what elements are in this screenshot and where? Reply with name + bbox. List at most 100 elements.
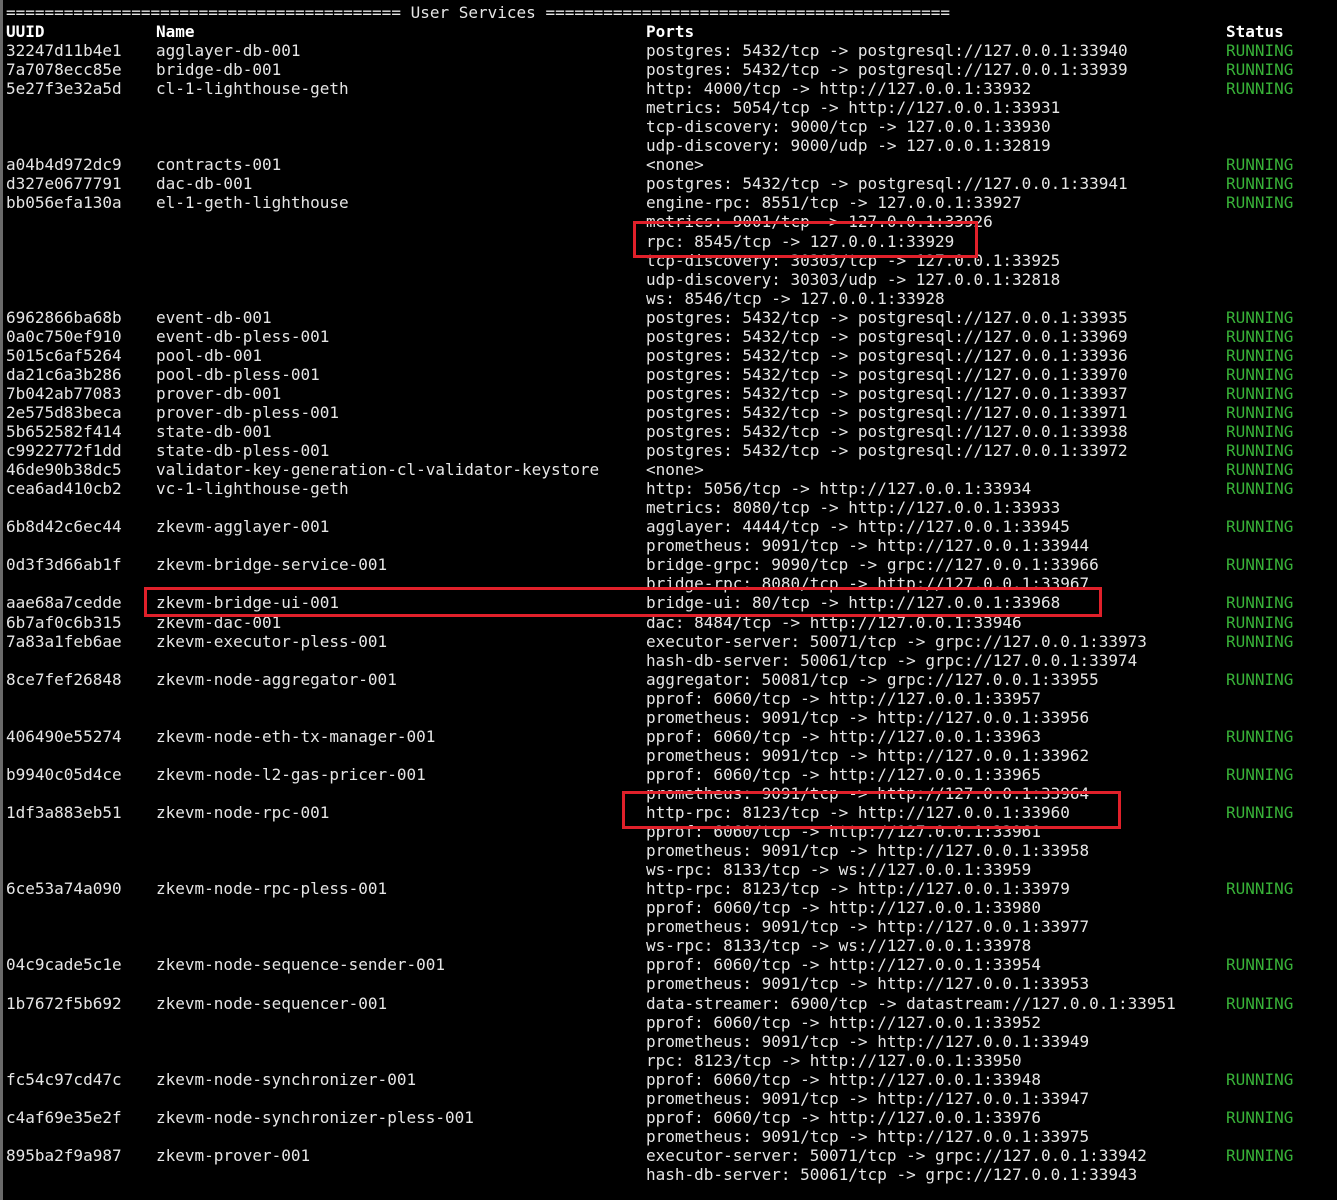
status-badge: RUNNING [1226, 155, 1294, 175]
service-port: http: 5056/tcp -> http://127.0.0.1:33934 [646, 479, 1032, 499]
service-port: prometheus: 9091/tcp -> http://127.0.0.1… [646, 974, 1090, 994]
service-port: prometheus: 9091/tcp -> http://127.0.0.1… [646, 1088, 1090, 1108]
service-name: zkevm-node-synchronizer-001 [156, 1069, 417, 1089]
service-port: engine-rpc: 8551/tcp -> 127.0.0.1:33927 [646, 193, 1022, 213]
service-port: udp-discovery: 9000/udp -> 127.0.0.1:328… [646, 136, 1051, 156]
status-badge: RUNNING [1226, 669, 1294, 689]
status-badge: RUNNING [1226, 174, 1294, 194]
service-uuid: da21c6a3b286 [6, 364, 122, 384]
service-uuid: c4af69e35e2f [6, 1107, 122, 1127]
service-name: pool-db-001 [156, 345, 262, 365]
status-badge: RUNNING [1226, 193, 1294, 213]
status-badge: RUNNING [1226, 803, 1294, 822]
service-uuid: 406490e55274 [6, 726, 122, 746]
service-port: pprof: 6060/tcp -> http://127.0.0.1:3396… [646, 764, 1041, 784]
service-name: el-1-geth-lighthouse [156, 193, 349, 213]
service-name: zkevm-prover-001 [156, 1145, 311, 1165]
service-uuid: 5015c6af5264 [6, 345, 122, 365]
service-name: zkevm-dac-001 [156, 612, 282, 632]
service-port: prometheus: 9091/tcp -> http://127.0.0.1… [646, 1031, 1090, 1051]
status-badge: RUNNING [1226, 364, 1294, 384]
service-name: contracts-001 [156, 155, 282, 175]
service-uuid: aae68a7cedde [6, 593, 122, 613]
status-badge: RUNNING [1226, 460, 1294, 480]
service-name: event-db-pless-001 [156, 326, 330, 346]
service-port: data-streamer: 6900/tcp -> datastream://… [646, 993, 1176, 1013]
service-port: pprof: 6060/tcp -> http://127.0.0.1:3398… [646, 898, 1041, 918]
service-port: udp-discovery: 30303/udp -> 127.0.0.1:32… [646, 269, 1061, 289]
service-port: ws-rpc: 8133/tcp -> ws://127.0.0.1:33959 [646, 860, 1032, 880]
status-badge: RUNNING [1226, 612, 1294, 632]
service-name: pool-db-pless-001 [156, 364, 320, 384]
service-name: cl-1-lighthouse-geth [156, 79, 349, 99]
service-name: event-db-001 [156, 307, 272, 327]
status-badge: RUNNING [1226, 441, 1294, 461]
service-uuid: 6b7af0c6b315 [6, 612, 122, 632]
service-uuid: 7a83a1feb6ae [6, 631, 122, 651]
service-name: zkevm-node-l2-gas-pricer-001 [156, 764, 426, 784]
status-badge: RUNNING [1226, 422, 1294, 441]
service-port: postgres: 5432/tcp -> postgresql://127.0… [646, 326, 1128, 346]
service-name: dac-db-001 [156, 174, 253, 194]
service-port: executor-server: 50071/tcp -> grpc://127… [646, 631, 1147, 651]
service-port: pprof: 6060/tcp -> http://127.0.0.1:3395… [646, 688, 1041, 708]
service-uuid: 1b7672f5b692 [6, 993, 122, 1013]
service-port: pprof: 6060/tcp -> http://127.0.0.1:3395… [646, 1012, 1041, 1032]
service-port: postgres: 5432/tcp -> postgresql://127.0… [646, 307, 1128, 327]
service-port: http: 4000/tcp -> http://127.0.0.1:33932 [646, 79, 1032, 99]
status-badge: RUNNING [1226, 41, 1294, 60]
service-name: state-db-001 [156, 422, 272, 441]
service-port: bridge-grpc: 9090/tcp -> grpc://127.0.0.… [646, 555, 1099, 575]
service-uuid: 32247d11b4e1 [6, 41, 122, 60]
service-name: zkevm-executor-pless-001 [156, 631, 388, 651]
service-port: ws-rpc: 8133/tcp -> ws://127.0.0.1:33978 [646, 936, 1032, 956]
service-port: hash-db-server: 50061/tcp -> grpc://127.… [646, 1164, 1138, 1184]
service-port: pprof: 6060/tcp -> http://127.0.0.1:3396… [646, 726, 1041, 746]
service-port: bridge-ui: 80/tcp -> http://127.0.0.1:33… [646, 593, 1061, 613]
service-port: metrics: 8080/tcp -> http://127.0.0.1:33… [646, 498, 1061, 518]
service-uuid: bb056efa130a [6, 193, 122, 213]
service-port: prometheus: 9091/tcp -> http://127.0.0.1… [646, 1126, 1090, 1146]
service-port: postgres: 5432/tcp -> postgresql://127.0… [646, 422, 1128, 441]
column-header-uuid: UUID [6, 22, 45, 41]
service-port: hash-db-server: 50061/tcp -> grpc://127.… [646, 650, 1138, 670]
service-uuid: 04c9cade5c1e [6, 955, 122, 975]
service-name: zkevm-node-eth-tx-manager-001 [156, 726, 436, 746]
service-port: <none> [646, 460, 704, 480]
service-port: postgres: 5432/tcp -> postgresql://127.0… [646, 60, 1128, 80]
status-badge: RUNNING [1226, 60, 1294, 80]
service-port: rpc: 8545/tcp -> 127.0.0.1:33929 [646, 231, 955, 251]
service-uuid: 7a7078ecc85e [6, 60, 122, 80]
service-port: prometheus: 9091/tcp -> http://127.0.0.1… [646, 917, 1090, 937]
status-badge: RUNNING [1226, 726, 1294, 746]
status-badge: RUNNING [1226, 517, 1294, 537]
service-port: postgres: 5432/tcp -> postgresql://127.0… [646, 402, 1128, 422]
service-uuid: 1df3a883eb51 [6, 803, 122, 822]
service-port: postgres: 5432/tcp -> postgresql://127.0… [646, 383, 1128, 403]
service-port: http-rpc: 8123/tcp -> http://127.0.0.1:3… [646, 879, 1070, 899]
service-port: dac: 8484/tcp -> http://127.0.0.1:33946 [646, 612, 1022, 632]
service-name: zkevm-node-sequencer-001 [156, 993, 388, 1013]
service-uuid: fc54c97cd47c [6, 1069, 122, 1089]
service-name: prover-db-001 [156, 383, 282, 403]
column-header-status: Status [1226, 22, 1284, 41]
service-uuid: 6962866ba68b [6, 307, 122, 327]
service-port: metrics: 9001/tcp -> 127.0.0.1:33926 [646, 212, 993, 232]
status-badge: RUNNING [1226, 1145, 1294, 1165]
service-uuid: c9922772f1dd [6, 441, 122, 461]
service-port: bridge-rpc: 8080/tcp -> http://127.0.0.1… [646, 574, 1090, 594]
service-port: metrics: 5054/tcp -> http://127.0.0.1:33… [646, 98, 1061, 118]
status-badge: RUNNING [1226, 593, 1294, 613]
service-name: vc-1-lighthouse-geth [156, 479, 349, 499]
status-badge: RUNNING [1226, 383, 1294, 403]
service-uuid: 2e575d83beca [6, 402, 122, 422]
service-uuid: d327e0677791 [6, 174, 122, 194]
column-header-ports: Ports [646, 22, 695, 41]
service-uuid: 5e27f3e32a5d [6, 79, 122, 99]
service-port: pprof: 6060/tcp -> http://127.0.0.1:3397… [646, 1107, 1041, 1127]
service-port: prometheus: 9091/tcp -> http://127.0.0.1… [646, 745, 1090, 765]
service-uuid: 0a0c750ef910 [6, 326, 122, 346]
status-badge: RUNNING [1226, 345, 1294, 365]
status-badge: RUNNING [1226, 631, 1294, 651]
status-badge: RUNNING [1226, 764, 1294, 784]
